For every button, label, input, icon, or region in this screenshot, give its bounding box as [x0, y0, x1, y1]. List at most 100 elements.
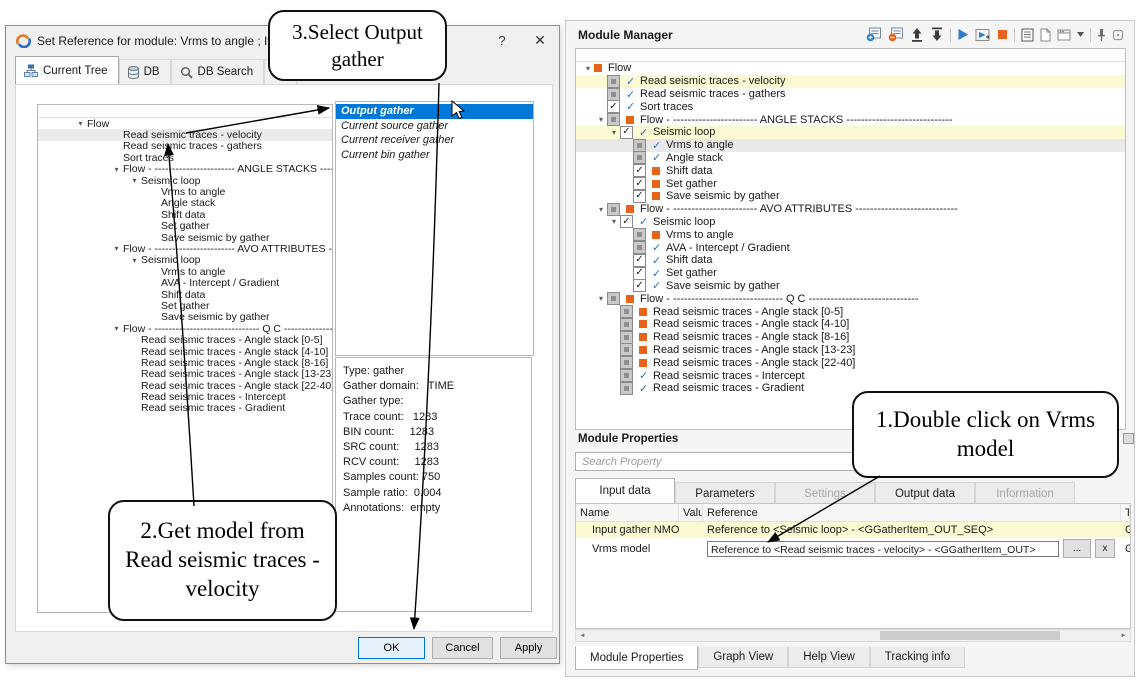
tree-item[interactable]: Vrms to angle: [38, 186, 332, 197]
module-tree-item[interactable]: ✓✓Save seismic by gather: [576, 280, 1125, 293]
module-tree-item[interactable]: ▾✓✓Seismic loop: [576, 126, 1125, 139]
prop-tab-input-data[interactable]: Input data: [575, 478, 675, 504]
module-tree-item[interactable]: Vrms to angle: [576, 228, 1125, 241]
property-row-input-gather-nmo[interactable]: Input gather NMOReference to <Seismic lo…: [576, 522, 1130, 538]
expander-icon[interactable]: ▾: [110, 244, 123, 253]
bottom-tab-help-view[interactable]: Help View: [788, 647, 870, 668]
expander-icon[interactable]: ▾: [128, 176, 141, 185]
module-checkbox[interactable]: ✓: [620, 215, 633, 228]
scrollbar-thumb[interactable]: [880, 631, 1060, 640]
horizontal-scrollbar[interactable]: ◄ ►: [575, 629, 1131, 642]
expander-icon[interactable]: ▾: [74, 119, 87, 128]
tree-item[interactable]: ▾Flow - ------------------------------ Q…: [38, 323, 332, 334]
module-tree-item[interactable]: ✓Read seismic traces - velocity: [576, 75, 1125, 88]
browse-button[interactable]: ...: [1063, 539, 1091, 558]
module-tree-item[interactable]: Read seismic traces - Angle stack [13-23…: [576, 344, 1125, 357]
module-checkbox[interactable]: [633, 151, 646, 164]
window-layout-icon[interactable]: [1057, 27, 1071, 43]
module-tree-item[interactable]: ▾Flow - ----------------------- ANGLE ST…: [576, 113, 1125, 126]
module-tree-item[interactable]: ✓Read seismic traces - gathers: [576, 88, 1125, 101]
upload-icon[interactable]: [910, 27, 924, 43]
download-icon[interactable]: [930, 27, 944, 43]
tree-item[interactable]: ▾Flow - ----------------------- AVO ATTR…: [38, 243, 332, 254]
module-tree-item[interactable]: Read seismic traces - Angle stack [8-16]: [576, 331, 1125, 344]
module-checkbox[interactable]: ✓: [633, 267, 646, 280]
expander-icon[interactable]: ▾: [582, 64, 594, 73]
module-tree-item[interactable]: Read seismic traces - Angle stack [0-5]: [576, 305, 1125, 318]
tree-item[interactable]: Read seismic traces - Angle stack [0-5]: [38, 334, 332, 345]
expander-icon[interactable]: ▾: [128, 256, 141, 265]
module-checkbox[interactable]: [633, 228, 646, 241]
tab-db[interactable]: DB: [119, 59, 171, 85]
column-header-value[interactable]: Value: [679, 504, 703, 521]
column-header-reference[interactable]: Reference: [703, 504, 1121, 521]
column-header-name[interactable]: Name: [576, 504, 679, 521]
scroll-left-icon[interactable]: ◄: [576, 630, 589, 641]
property-row-vrms-model[interactable]: Vrms modelReference to <Read seismic tra…: [576, 538, 1130, 559]
module-checkbox[interactable]: [620, 382, 633, 395]
module-checkbox[interactable]: [607, 203, 620, 216]
bottom-tab-tracking-info[interactable]: Tracking info: [870, 647, 965, 668]
cancel-button[interactable]: Cancel: [432, 637, 493, 659]
expander-icon[interactable]: ▾: [595, 115, 607, 124]
pin-icon[interactable]: [1097, 27, 1106, 43]
expander-icon[interactable]: ▾: [608, 217, 620, 226]
module-checkbox[interactable]: [607, 292, 620, 305]
module-tree-item[interactable]: ✓✓Sort traces: [576, 100, 1125, 113]
expander-icon[interactable]: ▾: [110, 324, 123, 333]
tree-item[interactable]: Read seismic traces - Angle stack [8-16]: [38, 357, 332, 368]
module-tree-item[interactable]: ✓Shift data: [576, 164, 1125, 177]
bottom-tab-module-properties[interactable]: Module Properties: [575, 646, 698, 670]
tree-item[interactable]: ▾Seismic loop: [38, 175, 332, 186]
module-tree-item[interactable]: Read seismic traces - Angle stack [4-10]: [576, 318, 1125, 331]
module-tree-item[interactable]: ▾Flow - ----------------------- AVO ATTR…: [576, 203, 1125, 216]
tree-item[interactable]: ▾Flow - ----------------------- ANGLE ST…: [38, 164, 332, 175]
module-checkbox[interactable]: ✓: [633, 279, 646, 292]
module-checkbox[interactable]: [633, 139, 646, 152]
dropdown-arrow-icon[interactable]: [1077, 27, 1084, 43]
tab-db-search[interactable]: DB Search: [171, 59, 265, 85]
tree-item[interactable]: Save seismic by gather: [38, 312, 332, 323]
module-checkbox[interactable]: [607, 88, 620, 101]
apply-button[interactable]: Apply: [500, 637, 557, 659]
reference-list-item[interactable]: Current source gather: [336, 119, 533, 134]
tree-item[interactable]: Read seismic traces - Angle stack [4-10]: [38, 346, 332, 357]
reference-input[interactable]: Reference to <Read seismic traces - velo…: [707, 541, 1059, 557]
bottom-tab-graph-view[interactable]: Graph View: [698, 647, 788, 668]
tree-item[interactable]: Save seismic by gather: [38, 232, 332, 243]
tree-item[interactable]: Set gather: [38, 300, 332, 311]
add-module-icon[interactable]: [866, 27, 882, 43]
expander-icon[interactable]: ▾: [608, 128, 620, 137]
prop-tab-output-data[interactable]: Output data: [875, 482, 975, 504]
module-tree-item[interactable]: ▾Flow - ------------------------------ Q…: [576, 292, 1125, 305]
module-checkbox[interactable]: [607, 75, 620, 88]
module-checkbox[interactable]: ✓: [607, 100, 620, 113]
scroll-right-icon[interactable]: ►: [1117, 630, 1130, 641]
tree-item[interactable]: Read seismic traces - Angle stack [13-23…: [38, 369, 332, 380]
tree-item[interactable]: Sort traces: [38, 152, 332, 163]
module-tree-item[interactable]: ▾Flow: [576, 62, 1125, 75]
module-tree-item[interactable]: ✓✓Set gather: [576, 267, 1125, 280]
stop-icon[interactable]: [997, 27, 1008, 43]
tree-item[interactable]: ▾Seismic loop: [38, 255, 332, 266]
module-tree-item[interactable]: ✓Save seismic by gather: [576, 190, 1125, 203]
reference-list-item[interactable]: Current bin gather: [336, 148, 533, 163]
module-checkbox[interactable]: ✓: [633, 254, 646, 267]
module-checkbox[interactable]: [620, 369, 633, 382]
reference-list-item[interactable]: Current receiver gather: [336, 133, 533, 148]
tree-item[interactable]: Shift data: [38, 289, 332, 300]
expander-icon[interactable]: ▾: [595, 294, 607, 303]
prop-tab-parameters[interactable]: Parameters: [675, 482, 775, 504]
tree-item[interactable]: Read seismic traces - gathers: [38, 141, 332, 152]
expander-icon[interactable]: ▾: [110, 165, 123, 174]
tree-item[interactable]: Read seismic traces - velocity: [38, 129, 332, 140]
module-tree-item[interactable]: Read seismic traces - Angle stack [22-40…: [576, 356, 1125, 369]
new-document-icon[interactable]: [1040, 27, 1051, 43]
reference-list-item[interactable]: Output gather: [336, 104, 533, 119]
column-header-type[interactable]: Type: [1121, 504, 1130, 521]
float-panel-icon[interactable]: [1112, 27, 1124, 43]
clear-button[interactable]: x: [1095, 539, 1115, 558]
panel-options-icon[interactable]: [1123, 433, 1134, 444]
module-tree-item[interactable]: ✓Read seismic traces - Intercept: [576, 369, 1125, 382]
tree-item[interactable]: Vrms to angle: [38, 266, 332, 277]
